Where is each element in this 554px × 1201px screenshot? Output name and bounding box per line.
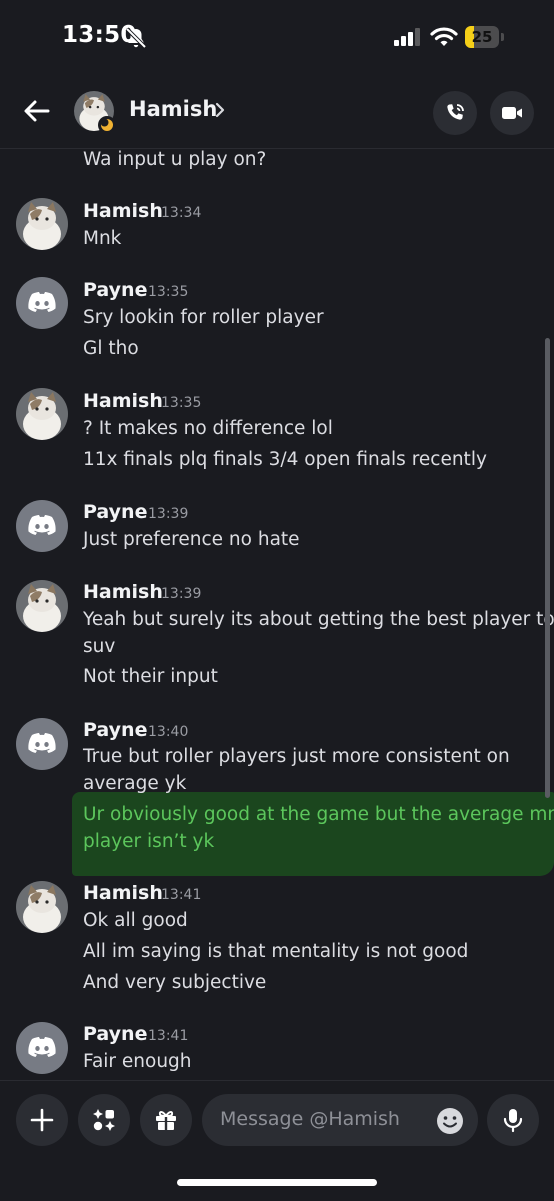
message-author[interactable]: Payne — [83, 279, 147, 301]
bell-muted-icon — [124, 26, 148, 50]
video-call-button[interactable] — [490, 91, 534, 135]
message-text: Fair enough — [83, 1051, 192, 1072]
avatar[interactable] — [16, 500, 68, 552]
message-text: player isn’t yk — [83, 831, 215, 852]
voice-message-button[interactable] — [487, 1094, 539, 1146]
message-author[interactable]: Payne — [83, 1023, 147, 1045]
home-indicator[interactable] — [177, 1179, 377, 1186]
add-attachment-button[interactable] — [16, 1094, 68, 1146]
battery-indicator: 25 — [465, 26, 505, 48]
wifi-icon — [430, 26, 458, 48]
discord-logo-icon — [28, 733, 56, 753]
chevron-right-icon[interactable] — [213, 101, 227, 119]
message-timestamp: 13:41 — [148, 1028, 189, 1044]
message-author[interactable]: Payne — [83, 719, 147, 741]
avatar[interactable] — [16, 388, 68, 440]
message-text: Ur obviously good at the game but the av… — [83, 804, 554, 825]
avatar[interactable] — [16, 881, 68, 933]
apps-button[interactable] — [78, 1094, 130, 1146]
message-author[interactable]: Hamish — [83, 581, 163, 603]
message-timestamp: 13:34 — [161, 205, 202, 221]
message-input[interactable]: Message @Hamish — [202, 1094, 478, 1146]
message-text: All im saying is that mentality is not g… — [83, 941, 469, 962]
discord-logo-icon — [28, 1037, 56, 1057]
message-text: Just preference no hate — [83, 529, 300, 550]
chat-header: Hamish — [0, 76, 554, 149]
message-text: suv — [83, 636, 116, 657]
plus-icon — [30, 1108, 54, 1132]
avatar[interactable] — [16, 277, 68, 329]
message-placeholder: Message @Hamish — [220, 1108, 400, 1130]
message-text: 11x finals plq finals 3/4 open finals re… — [83, 449, 487, 470]
avatar[interactable] — [16, 718, 68, 770]
avatar[interactable] — [16, 198, 68, 250]
message-text: True but roller players just more consis… — [83, 746, 510, 767]
emoji-icon[interactable] — [436, 1107, 464, 1135]
message-text: Wa input u play on? — [83, 149, 267, 170]
message-text: average yk — [83, 773, 187, 794]
message-list[interactable]: Wa input u play on? Hamish 13:34 Mnk Pay… — [0, 149, 554, 1080]
message-text: Gl tho — [83, 338, 139, 359]
message-timestamp: 13:35 — [161, 395, 202, 411]
message-text: Mnk — [83, 228, 122, 249]
message-timestamp: 13:40 — [148, 724, 189, 740]
discord-logo-icon — [28, 515, 56, 535]
message-author[interactable]: Hamish — [83, 882, 163, 904]
header-username[interactable]: Hamish — [129, 97, 217, 121]
cellular-signal-icon — [394, 28, 422, 46]
video-camera-icon — [502, 107, 522, 119]
message-text: ? It makes no difference lol — [83, 418, 333, 439]
status-bar: 13:50 25 — [0, 0, 554, 76]
message-text: Sry lookin for roller player — [83, 307, 324, 328]
message-author[interactable]: Payne — [83, 501, 147, 523]
scrollbar[interactable] — [545, 338, 550, 798]
message-author[interactable]: Hamish — [83, 390, 163, 412]
avatar[interactable] — [16, 580, 68, 632]
message-text: And very subjective — [83, 972, 267, 993]
message-author[interactable]: Hamish — [83, 200, 163, 222]
discord-logo-icon — [28, 292, 56, 312]
idle-status-icon — [98, 116, 116, 134]
voice-call-button[interactable] — [433, 91, 477, 135]
gift-icon — [156, 1111, 176, 1130]
back-arrow-icon[interactable] — [20, 94, 54, 128]
message-timestamp: 13:39 — [161, 586, 202, 602]
apps-sparkle-icon — [93, 1109, 115, 1131]
battery-level: 25 — [471, 28, 493, 46]
message-timestamp: 13:35 — [148, 284, 189, 300]
gift-button[interactable] — [140, 1094, 192, 1146]
message-text: Not their input — [83, 666, 218, 687]
message-timestamp: 13:41 — [161, 887, 202, 903]
message-text: Ok all good — [83, 910, 188, 931]
microphone-icon — [503, 1109, 523, 1133]
message-text: Yeah but surely its about getting the be… — [83, 609, 554, 630]
message-timestamp: 13:39 — [148, 506, 189, 522]
phone-icon — [447, 104, 464, 120]
avatar[interactable] — [16, 1022, 68, 1074]
